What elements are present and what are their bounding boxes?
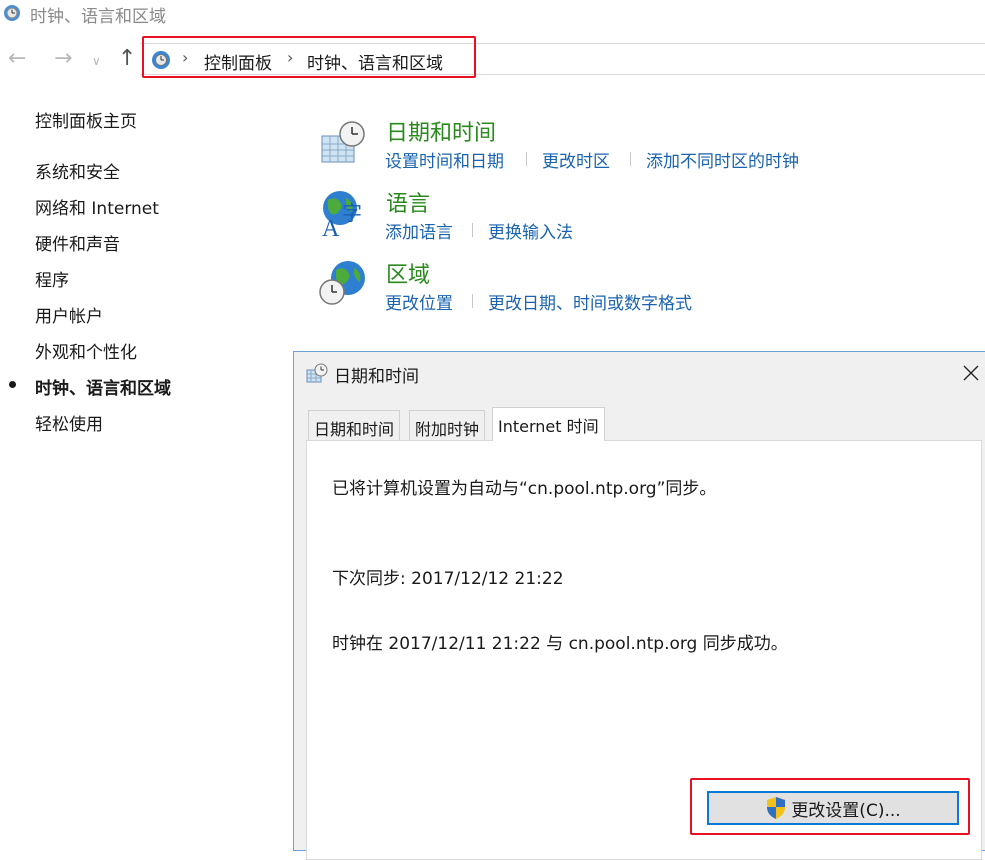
clock-calendar-icon [306,363,328,383]
sync-status-text: 已将计算机设置为自动与“cn.pool.ntp.org”同步。 [332,479,717,499]
sidebar-item-ease[interactable]: 轻松使用 [35,410,103,435]
link-change-input[interactable]: 更换输入法 [488,218,573,243]
tab-internet-time[interactable]: Internet 时间 [492,407,605,441]
link-add-clocks[interactable]: 添加不同时区的时钟 [646,147,799,172]
window-title: 时钟、语言和区域 [30,7,166,27]
button-highlight-box [690,778,970,835]
forward-arrow-icon[interactable]: → [54,46,72,72]
close-icon[interactable] [958,360,984,386]
sidebar-home[interactable]: 控制面板主页 [35,107,137,132]
link-separator [472,223,473,237]
link-separator [630,152,631,166]
sidebar-item-hardware[interactable]: 硬件和声音 [35,230,120,255]
sidebar-item-network[interactable]: 网络和 Internet [35,194,159,219]
link-change-timezone[interactable]: 更改时区 [542,147,610,172]
datetime-dialog: 日期和时间 日期和时间 附加时钟 Internet 时间 已将计算机设置为自动与… [293,351,985,860]
tab-datetime[interactable]: 日期和时间 [308,410,401,440]
sidebar-item-security[interactable]: 系统和安全 [35,158,120,183]
tab-additional-clocks[interactable]: 附加时钟 [409,410,486,440]
globe-clock-icon [319,261,365,305]
next-sync-text: 下次同步: 2017/12/12 21:22 [332,569,564,589]
category-title-language[interactable]: 语言 [386,186,430,218]
sidebar-item-clock[interactable]: 时钟、语言和区域 [35,374,171,399]
link-set-time-date[interactable]: 设置时间和日期 [385,147,504,172]
svg-text:字: 字 [342,201,362,225]
link-separator [526,152,527,166]
up-arrow-icon[interactable]: ↑ [118,46,136,72]
active-bullet [9,381,16,388]
sidebar-item-appearance[interactable]: 外观和个性化 [35,338,137,363]
last-sync-text: 时钟在 2017/12/11 21:22 与 cn.pool.ntp.org 同… [332,634,788,654]
control-panel-clock-icon [4,5,20,21]
category-title-region[interactable]: 区域 [386,257,430,289]
link-change-location[interactable]: 更改位置 [385,289,453,314]
recent-dropdown-icon[interactable]: ∨ [92,48,101,74]
link-separator [472,294,473,308]
category-title-datetime[interactable]: 日期和时间 [386,115,496,147]
svg-text:A: A [322,216,340,240]
link-add-language[interactable]: 添加语言 [385,218,453,243]
back-arrow-icon[interactable]: ← [8,46,26,72]
window-titlebar: 时钟、语言和区域 [0,0,985,27]
sidebar-item-accounts[interactable]: 用户帐户 [35,302,103,327]
clock-calendar-icon [321,121,365,163]
dialog-title: 日期和时间 [334,367,419,387]
globe-language-icon: A 字 [322,191,362,240]
link-change-formats[interactable]: 更改日期、时间或数字格式 [488,289,692,314]
sidebar-item-programs[interactable]: 程序 [35,266,69,291]
address-highlight-box [142,36,476,78]
